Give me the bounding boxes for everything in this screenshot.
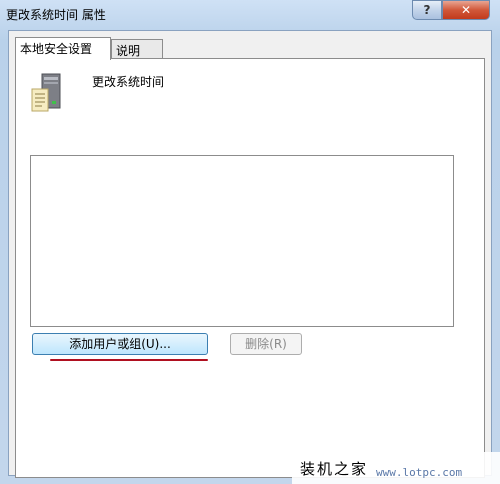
watermark-text: 装机之家 bbox=[300, 460, 369, 478]
add-user-or-group-button[interactable]: 添加用户或组(U)... bbox=[32, 333, 208, 355]
tab-explain[interactable]: 说明 bbox=[111, 39, 163, 59]
window-title: 更改系统时间 属性 bbox=[6, 8, 106, 22]
title-bar[interactable]: 更改系统时间 属性 ? ✕ bbox=[0, 0, 500, 28]
dialog-client-area: 本地安全设置 说明 更改系统时间 添加用户或组(U)... 删除(R) bbox=[8, 30, 492, 478]
tab-panel: 更改系统时间 添加用户或组(U)... 删除(R) bbox=[15, 58, 485, 478]
watermark-url: www.lotpc.com bbox=[376, 466, 463, 479]
properties-window: 更改系统时间 属性 ? ✕ 本地安全设置 说明 更改系统时间 添加用户或组(U)… bbox=[0, 0, 500, 484]
users-groups-list[interactable] bbox=[30, 155, 454, 327]
policy-name: 更改系统时间 bbox=[92, 75, 165, 89]
close-button[interactable]: ✕ bbox=[442, 0, 490, 20]
tab-local-security-setting[interactable]: 本地安全设置 bbox=[15, 37, 111, 60]
help-button[interactable]: ? bbox=[412, 0, 442, 20]
highlight-underline bbox=[50, 359, 208, 361]
remove-button[interactable]: 删除(R) bbox=[230, 333, 302, 355]
watermark: 装机之家 www.lotpc.com bbox=[292, 452, 500, 484]
server-document-icon bbox=[31, 73, 61, 112]
